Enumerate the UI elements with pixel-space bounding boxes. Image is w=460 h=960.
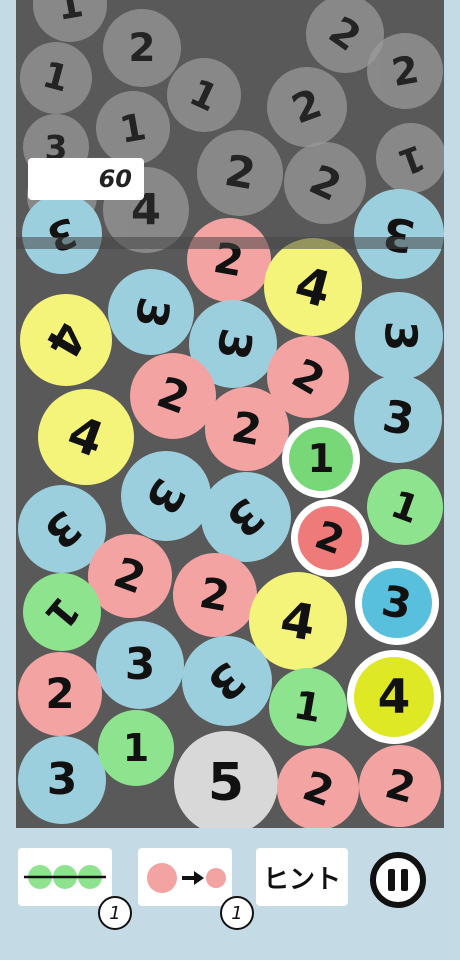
hint-button[interactable]: ヒント [256, 848, 348, 906]
queue-ball[interactable]: 2 [367, 33, 443, 109]
selected-chain-ball[interactable]: 2 [291, 499, 369, 577]
ball-number: 2 [302, 154, 349, 211]
ball-number: 4 [34, 312, 98, 368]
ball[interactable]: 2 [18, 652, 102, 736]
ball[interactable]: 3 [108, 269, 194, 355]
ball-number: 2 [296, 761, 340, 816]
ball-number: 3 [205, 324, 262, 364]
queue-ball[interactable]: 1 [20, 42, 92, 114]
timer: 60 [28, 158, 144, 200]
ball-number: 4 [289, 255, 337, 319]
ball-number: 3 [378, 575, 416, 630]
ball-number: 2 [380, 758, 421, 813]
ball[interactable]: 2 [277, 748, 359, 828]
ball-number: 1 [122, 726, 150, 770]
ball[interactable]: 2 [359, 745, 441, 827]
queue-ball[interactable]: 1 [96, 91, 170, 165]
ball-number: 1 [385, 481, 425, 533]
ball[interactable]: 3 [355, 292, 443, 380]
pause-icon [388, 869, 395, 891]
ball-number: 2 [45, 669, 75, 718]
ball-number: 2 [286, 80, 328, 134]
ball-number: 1 [307, 436, 335, 482]
queue-ball[interactable]: 1 [376, 123, 444, 193]
ball-number: 2 [108, 547, 153, 604]
ball[interactable]: 2 [130, 353, 216, 439]
ball-number: 2 [309, 512, 351, 564]
ball-number: 2 [150, 366, 196, 425]
ball-number: 3 [378, 390, 418, 447]
queue-ball[interactable]: 1 [167, 58, 241, 132]
ball-number: 1 [290, 682, 326, 732]
ball[interactable]: 3 [96, 621, 184, 709]
ball[interactable]: 4 [264, 238, 362, 336]
ball-number: 2 [388, 47, 422, 95]
drop-line [16, 237, 444, 249]
bottom-toolbar: 1 1 ヒント [0, 840, 460, 960]
selected-chain-ball[interactable]: 4 [347, 650, 441, 744]
ball-number: 2 [320, 7, 370, 61]
ball-number: 2 [283, 348, 333, 405]
ball-number: 3 [41, 207, 83, 261]
ball[interactable]: 4 [20, 294, 112, 386]
queue-ball[interactable]: 2 [103, 9, 181, 87]
ball-number: 3 [216, 486, 276, 548]
shrink-item-count: 1 [220, 896, 254, 930]
ball-number: 1 [183, 70, 225, 120]
ball-number: 1 [116, 104, 150, 152]
ball[interactable]: 3 [201, 472, 291, 562]
ball-number: 1 [392, 135, 430, 182]
ball[interactable]: 2 [205, 387, 289, 471]
ball[interactable]: 1 [98, 710, 174, 786]
queue-ball[interactable]: 2 [284, 142, 366, 224]
pause-button[interactable] [370, 852, 426, 908]
ball-number: 4 [60, 404, 112, 470]
ball[interactable]: 3 [22, 194, 102, 274]
ball-shrink-icon [147, 863, 226, 893]
ball-number: 3 [46, 754, 78, 805]
ball-number: 2 [196, 567, 234, 622]
ball-number: 1 [38, 54, 74, 101]
ball[interactable]: 4 [38, 389, 134, 485]
ball[interactable]: 3 [354, 375, 442, 463]
ball-number: 3 [374, 320, 425, 352]
three-balls-line-icon [24, 865, 106, 889]
ball-number: 2 [228, 401, 266, 456]
ball-number: 4 [377, 669, 411, 725]
ball[interactable]: 5 [174, 731, 278, 828]
ball-number: 3 [124, 639, 156, 690]
ball-number: 5 [207, 753, 245, 813]
ball[interactable]: 3 [182, 636, 272, 726]
shrink-item-button[interactable] [138, 848, 232, 906]
ball-number: 2 [221, 145, 260, 200]
game-board[interactable]: 12121212322414 60 3324433322423133312223… [16, 0, 444, 828]
ball[interactable]: 3 [18, 736, 106, 824]
ball[interactable]: 2 [187, 218, 271, 302]
queue-ball[interactable]: 1 [33, 0, 107, 42]
ball-number: 1 [53, 0, 87, 29]
selected-chain-ball[interactable]: 3 [355, 561, 439, 645]
ball-number: 3 [34, 500, 91, 559]
ball-number: 3 [124, 293, 179, 332]
ball[interactable]: 3 [354, 189, 444, 279]
ball-number: 3 [135, 469, 197, 523]
ball[interactable]: 1 [367, 469, 443, 545]
ball[interactable]: 3 [121, 451, 211, 541]
ball-number: 2 [128, 25, 156, 71]
queue-ball[interactable]: 2 [197, 130, 283, 216]
ball[interactable]: 1 [23, 573, 101, 651]
ball-number: 3 [197, 650, 257, 712]
ball-number: 4 [276, 589, 320, 653]
queue-ball[interactable]: 2 [267, 67, 347, 147]
line-item-count: 1 [98, 896, 132, 930]
ball-number: 3 [378, 205, 420, 263]
ball[interactable]: 2 [173, 553, 257, 637]
selected-chain-ball[interactable]: 1 [282, 420, 360, 498]
line-item-button[interactable] [18, 848, 112, 906]
ball-number: 1 [36, 587, 88, 637]
ball[interactable]: 1 [269, 668, 347, 746]
